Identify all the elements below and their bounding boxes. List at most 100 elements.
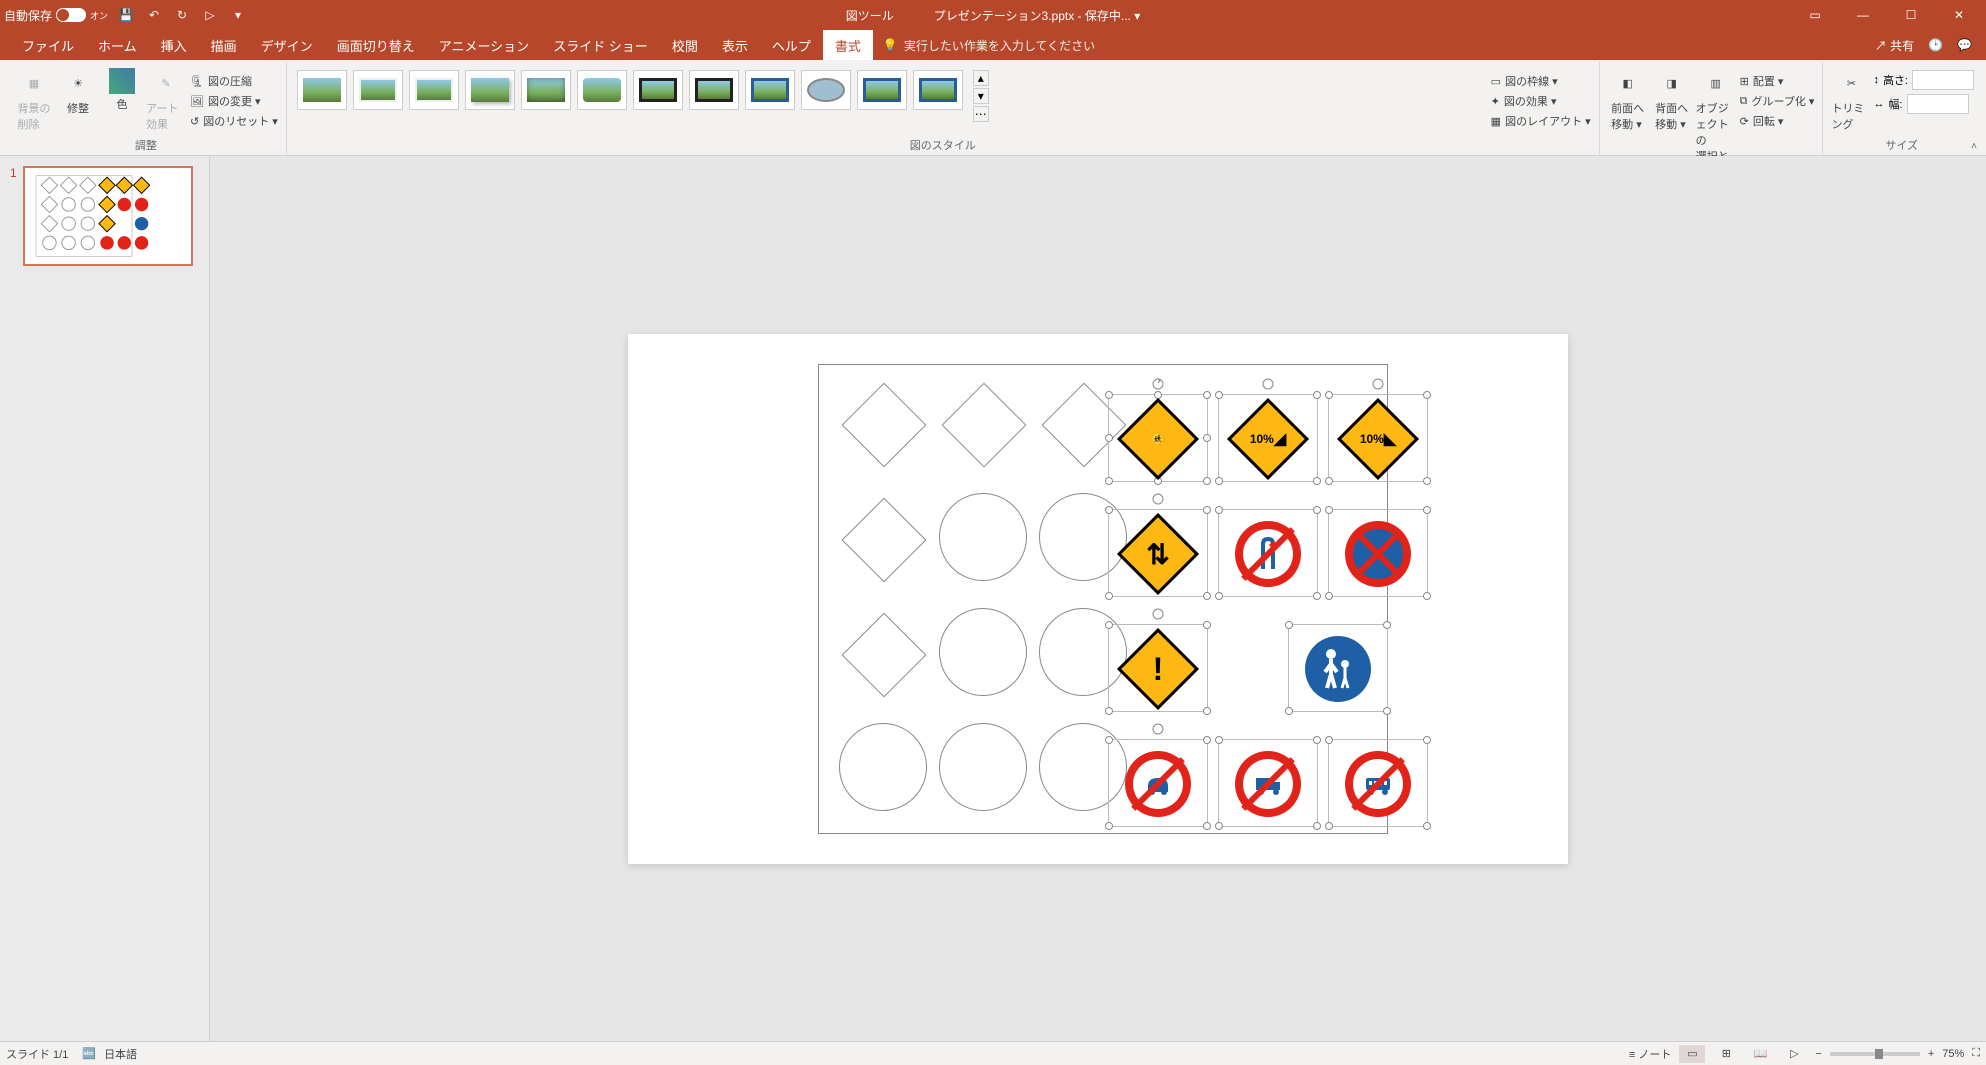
tab-insert[interactable]: 挿入	[149, 30, 199, 60]
share-button[interactable]: ↗ 共有	[1875, 37, 1914, 54]
placeholder-circle[interactable]	[939, 493, 1027, 581]
save-icon[interactable]: 💾	[116, 5, 136, 25]
history-icon[interactable]: 🕑	[1928, 38, 1943, 52]
tab-design[interactable]: デザイン	[249, 30, 325, 60]
style-thumb-6[interactable]	[577, 70, 627, 110]
tell-me-search[interactable]: 💡 実行したい作業を入力してください	[883, 30, 1095, 60]
rotation-handle-icon[interactable]	[1151, 377, 1165, 391]
placeholder-diamond[interactable]	[842, 612, 927, 697]
style-thumb-7[interactable]	[633, 70, 683, 110]
selected-image[interactable]	[1328, 509, 1428, 597]
qat-more-icon[interactable]: ▾	[228, 5, 248, 25]
slide-indicator[interactable]: スライド 1/1	[6, 1046, 68, 1062]
tab-draw[interactable]: 描画	[199, 30, 249, 60]
start-from-beginning-icon[interactable]: ▷	[200, 5, 220, 25]
style-thumb-1[interactable]	[297, 70, 347, 110]
reading-view-button[interactable]: 📖	[1747, 1045, 1773, 1063]
spell-check-icon[interactable]: 🔤	[82, 1047, 96, 1060]
style-thumb-4[interactable]	[465, 70, 515, 110]
style-thumb-12[interactable]	[913, 70, 963, 110]
rotation-handle-icon[interactable]	[1151, 722, 1165, 736]
collapse-ribbon-button[interactable]: ˄	[1966, 138, 1982, 154]
align-button[interactable]: ⊞配置 ▾	[1738, 72, 1817, 90]
change-picture-button[interactable]: 🖼図の変更 ▾	[188, 92, 280, 110]
style-thumb-10[interactable]	[801, 70, 851, 110]
normal-view-button[interactable]: ▭	[1679, 1045, 1705, 1063]
fit-to-window-button[interactable]: ⛶	[1972, 1047, 1980, 1060]
zoom-out-button[interactable]: −	[1815, 1048, 1821, 1060]
close-icon[interactable]: ✕	[1944, 0, 1974, 30]
selected-image[interactable]	[1108, 739, 1208, 827]
rotation-handle-icon[interactable]	[1151, 492, 1165, 506]
group-button[interactable]: ⧉グループ化 ▾	[1738, 92, 1817, 110]
tab-home[interactable]: ホーム	[86, 30, 149, 60]
style-thumb-3[interactable]	[409, 70, 459, 110]
style-thumb-8[interactable]	[689, 70, 739, 110]
undo-icon[interactable]: ↶	[144, 5, 164, 25]
gallery-more[interactable]: ⋯	[973, 106, 989, 122]
height-input[interactable]	[1912, 70, 1974, 90]
autosave-toggle[interactable]: 自動保存 オン	[4, 7, 108, 24]
slide-thumbnail-panel[interactable]: 1	[0, 156, 210, 1041]
slideshow-view-button[interactable]: ▷	[1781, 1045, 1807, 1063]
tab-animations[interactable]: アニメーション	[427, 30, 541, 60]
slide-canvas[interactable]: 🚸 10%◢ 10%◣ ⇅	[628, 334, 1568, 864]
picture-style-gallery[interactable]: ▴ ▾ ⋯	[293, 66, 993, 126]
selected-image[interactable]: !	[1108, 624, 1208, 712]
bring-forward-button[interactable]: ◧ 前面へ 移動 ▾	[1606, 66, 1650, 134]
placeholder-diamond[interactable]	[842, 382, 927, 467]
selected-image[interactable]: 🚸	[1108, 394, 1208, 482]
placeholder-diamond[interactable]	[842, 497, 927, 582]
selected-image[interactable]: ⇅	[1108, 509, 1208, 597]
reset-picture-button[interactable]: ↺図のリセット ▾	[188, 112, 280, 130]
corrections-button[interactable]: ☀ 修整	[56, 66, 100, 118]
crop-button[interactable]: ✂ トリミング	[1829, 66, 1873, 134]
document-title[interactable]: プレゼンテーション3.pptx - 保存中... ▾	[934, 7, 1140, 24]
placeholder-diamond[interactable]	[942, 382, 1027, 467]
picture-border-button[interactable]: ▭図の枠線 ▾	[1489, 72, 1593, 90]
tab-slideshow[interactable]: スライド ショー	[541, 30, 660, 60]
rotation-handle-icon[interactable]	[1261, 377, 1275, 391]
placeholder-circle[interactable]	[839, 723, 927, 811]
redo-icon[interactable]: ↻	[172, 5, 192, 25]
compress-pictures-button[interactable]: 🗜図の圧縮	[188, 72, 280, 90]
selected-image[interactable]: 10%◣	[1328, 394, 1428, 482]
selected-image[interactable]	[1288, 624, 1388, 712]
artistic-effects-button[interactable]: ✎ アート効果	[144, 66, 188, 134]
style-thumb-5[interactable]	[521, 70, 571, 110]
style-thumb-9[interactable]	[745, 70, 795, 110]
slide-sorter-view-button[interactable]: ⊞	[1713, 1045, 1739, 1063]
tab-view[interactable]: 表示	[710, 30, 760, 60]
picture-layout-button[interactable]: ▦図のレイアウト ▾	[1489, 112, 1593, 130]
zoom-level[interactable]: 75%	[1942, 1048, 1964, 1060]
minimize-icon[interactable]: —	[1848, 0, 1878, 30]
style-thumb-2[interactable]	[353, 70, 403, 110]
maximize-icon[interactable]: ☐	[1896, 0, 1926, 30]
gallery-scroll-up[interactable]: ▴	[973, 70, 989, 86]
zoom-slider[interactable]	[1830, 1052, 1920, 1056]
slide-edit-area[interactable]: 🚸 10%◢ 10%◣ ⇅	[210, 156, 1986, 1041]
style-thumb-11[interactable]	[857, 70, 907, 110]
tab-file[interactable]: ファイル	[10, 30, 86, 60]
zoom-in-button[interactable]: +	[1928, 1048, 1934, 1060]
width-input[interactable]	[1907, 94, 1969, 114]
language-indicator[interactable]: 日本語	[104, 1046, 137, 1062]
ribbon-display-options-icon[interactable]: ▭	[1800, 0, 1830, 30]
send-backward-button[interactable]: ◨ 背面へ 移動 ▾	[1650, 66, 1694, 134]
comments-icon[interactable]: 💬	[1957, 38, 1972, 52]
selected-image[interactable]	[1218, 509, 1318, 597]
selected-image[interactable]: 10%◢	[1218, 394, 1318, 482]
selected-image[interactable]	[1328, 739, 1428, 827]
rotation-handle-icon[interactable]	[1151, 607, 1165, 621]
rotation-handle-icon[interactable]	[1371, 377, 1385, 391]
selected-image[interactable]	[1218, 739, 1318, 827]
placeholder-circle[interactable]	[939, 723, 1027, 811]
rotate-button[interactable]: ⟳回転 ▾	[1738, 112, 1817, 130]
tab-transitions[interactable]: 画面切り替え	[325, 30, 427, 60]
remove-background-button[interactable]: ▦ 背景の 削除	[12, 66, 56, 134]
placeholder-circle[interactable]	[939, 608, 1027, 696]
slide-thumbnail-1[interactable]	[23, 166, 193, 266]
tab-review[interactable]: 校閲	[660, 30, 710, 60]
gallery-scroll-down[interactable]: ▾	[973, 88, 989, 104]
tab-format[interactable]: 書式	[823, 30, 873, 60]
